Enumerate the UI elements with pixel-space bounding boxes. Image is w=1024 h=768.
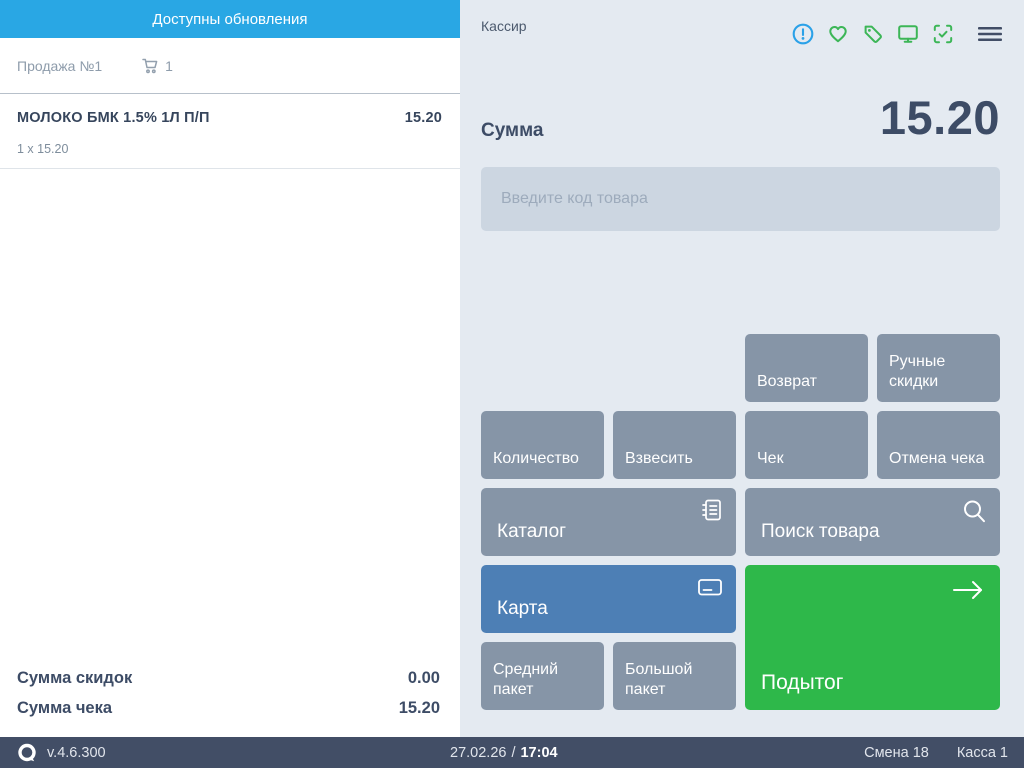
receipt-total-row: Сумма чека 15.20: [17, 693, 440, 723]
monitor-icon[interactable]: [896, 22, 920, 46]
item-name: МОЛОКО БМК 1.5% 1Л П/П: [17, 110, 210, 126]
receipt-panel: Доступны обновления Продажа №1 1 МОЛОКО …: [0, 0, 460, 737]
status-bar: v.4.6.300 27.02.26 / 17:04 Смена 18 Касс…: [0, 737, 1024, 768]
app-logo-icon: [16, 742, 38, 764]
sum-value: 15.20: [880, 90, 1000, 145]
search-icon: [960, 497, 988, 525]
product-search-button[interactable]: Поиск товара: [745, 488, 1000, 556]
item-qty-line: 1 x 15.20: [17, 142, 442, 156]
subtotal-button-label: Подытог: [761, 670, 843, 696]
catalog-icon: [698, 497, 724, 523]
date-time: 27.02.26 / 17:04: [450, 737, 558, 768]
weigh-button-label: Взвесить: [625, 449, 693, 469]
sale-title: Продажа №1: [17, 58, 102, 74]
quantity-button[interactable]: Количество: [481, 411, 604, 479]
large-bag-button-label: Большой пакет: [625, 660, 724, 700]
receipt-total-label: Сумма чека: [17, 693, 112, 723]
manual-discounts-button-label: Ручные скидки: [889, 352, 988, 392]
arrow-right-icon: [950, 577, 986, 603]
return-button-label: Возврат: [757, 372, 817, 392]
status-bar-right: Смена 18 Касса 1: [864, 737, 1008, 768]
action-panel: Кассир: [460, 0, 1024, 737]
app-version: v.4.6.300: [47, 745, 106, 761]
weigh-button[interactable]: Взвесить: [613, 411, 736, 479]
pos-app: Доступны обновления Продажа №1 1 МОЛОКО …: [0, 0, 1024, 768]
card-button-label: Карта: [497, 597, 548, 621]
cart-icon: [142, 58, 159, 74]
alert-icon[interactable]: [791, 22, 815, 46]
product-code-input[interactable]: [481, 167, 1000, 231]
cancel-receipt-button-label: Отмена чека: [889, 449, 984, 469]
card-icon: [696, 574, 724, 600]
sale-summary: Сумма скидок 0.00 Сумма чека 15.20: [17, 663, 440, 723]
cart-count: 1: [165, 58, 173, 74]
status-bar-left: v.4.6.300: [16, 742, 106, 764]
medium-bag-button[interactable]: Средний пакет: [481, 642, 604, 710]
manual-discounts-button[interactable]: Ручные скидки: [877, 334, 1000, 402]
menu-icon[interactable]: [978, 22, 1002, 46]
card-button[interactable]: Карта: [481, 565, 736, 633]
medium-bag-button-label: Средний пакет: [493, 660, 592, 700]
updates-banner-label: Доступны обновления: [152, 11, 307, 28]
updates-banner[interactable]: Доступны обновления: [0, 0, 460, 38]
tag-icon[interactable]: [861, 22, 885, 46]
sale-header: Продажа №1 1: [0, 38, 460, 94]
cancel-receipt-button[interactable]: Отмена чека: [877, 411, 1000, 479]
receipt-button-label: Чек: [757, 449, 784, 469]
return-button[interactable]: Возврат: [745, 334, 868, 402]
cart-indicator: 1: [142, 58, 173, 74]
status-date: 27.02.26: [450, 745, 506, 761]
discount-total-row: Сумма скидок 0.00: [17, 663, 440, 693]
receipt-button[interactable]: Чек: [745, 411, 868, 479]
date-time-separator: /: [511, 745, 515, 761]
status-time: 17:04: [520, 745, 557, 761]
large-bag-button[interactable]: Большой пакет: [613, 642, 736, 710]
catalog-button-label: Каталог: [497, 520, 566, 544]
cashier-label: Кассир: [481, 18, 527, 34]
discount-total-value: 0.00: [408, 663, 440, 693]
item-price: 15.20: [405, 110, 442, 126]
product-search-button-label: Поиск товара: [761, 520, 880, 544]
receipt-total-value: 15.20: [399, 693, 440, 723]
heart-icon[interactable]: [826, 22, 850, 46]
subtotal-button[interactable]: Подытог: [745, 565, 1000, 710]
catalog-button[interactable]: Каталог: [481, 488, 736, 556]
receipt-item-row[interactable]: МОЛОКО БМК 1.5% 1Л П/П 15.20 1 x 15.20: [0, 94, 460, 169]
header-icons: [791, 22, 1002, 46]
discount-total-label: Сумма скидок: [17, 663, 132, 693]
sum-label: Сумма: [481, 120, 543, 142]
action-buttons-grid: Возврат Ручные скидки Количество Взвесит…: [481, 334, 1000, 710]
quantity-button-label: Количество: [493, 449, 579, 469]
shift-indicator[interactable]: Смена 18: [864, 745, 929, 761]
register-indicator[interactable]: Касса 1: [957, 745, 1008, 761]
scan-check-icon[interactable]: [931, 22, 955, 46]
